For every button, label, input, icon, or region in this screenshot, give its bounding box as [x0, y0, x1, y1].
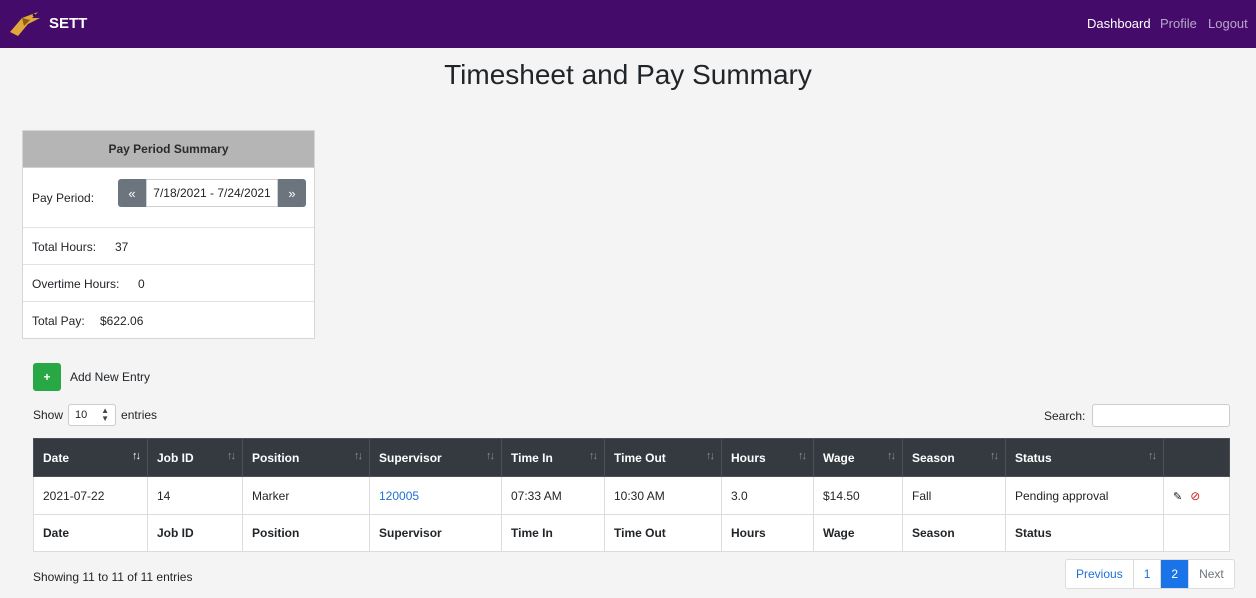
nav-logout-link[interactable]: Logout [1208, 16, 1248, 31]
sort-icon: ↑↓ [486, 450, 495, 462]
select-caret-icon: ▲ ▼ [101, 406, 110, 423]
entries-label: entries [121, 408, 158, 422]
pay-period-summary-card: Pay Period Summary Pay Period: « 7/18/20… [22, 130, 315, 339]
overtime-hours-value: 0 [138, 277, 145, 291]
cell-status: Pending approval [1005, 476, 1164, 515]
cell-time-in: 07:33 AM [501, 476, 605, 515]
pagination: Previous 1 2 Next [1065, 559, 1235, 589]
cell-position: Marker [242, 476, 370, 515]
footer-header-supervisor: Supervisor [369, 514, 502, 552]
pay-period-label: Pay Period: [32, 191, 95, 205]
supervisor-link[interactable]: 120005 [379, 489, 419, 503]
cell-wage: $14.50 [813, 476, 903, 515]
search-input[interactable] [1092, 404, 1230, 427]
page-1-button[interactable]: 1 [1132, 560, 1161, 588]
footer-header-hours: Hours [721, 514, 814, 552]
footer-header-time-in: Time In [501, 514, 605, 552]
sort-icon: ↑↓ [887, 450, 896, 462]
cell-actions: ✎ ⊘ [1163, 476, 1230, 515]
total-pay-row: Total Pay: $622.06 [23, 302, 314, 339]
sort-icon: ↑↓ [1148, 450, 1157, 462]
total-hours-value: 37 [115, 240, 129, 254]
column-header-actions [1163, 438, 1230, 477]
column-header-hours[interactable]: Hours ↑↓ [721, 438, 814, 477]
column-header-time-in[interactable]: Time In ↑↓ [501, 438, 605, 477]
pay-period-input[interactable]: 7/18/2021 - 7/24/2021 [146, 179, 278, 207]
cell-season: Fall [902, 476, 1006, 515]
entries-length-control: Show 10 ▲ ▼ entries [33, 404, 157, 426]
search-label: Search: [1044, 409, 1086, 423]
summary-card-title: Pay Period Summary [23, 131, 314, 168]
entries-per-page-select[interactable]: 10 ▲ ▼ [68, 404, 117, 426]
cell-time-out: 10:30 AM [604, 476, 722, 515]
column-header-job-id[interactable]: Job ID ↑↓ [147, 438, 243, 477]
cell-hours: 3.0 [721, 476, 814, 515]
show-label: Show [33, 408, 64, 422]
cell-date: 2021-07-22 [33, 476, 148, 515]
column-header-position[interactable]: Position ↑↓ [242, 438, 370, 477]
footer-header-job-id: Job ID [147, 514, 243, 552]
brand-name[interactable]: SETT [49, 15, 87, 32]
pay-period-row: Pay Period: « 7/18/2021 - 7/24/2021 » [23, 168, 314, 228]
cell-job-id: 14 [147, 476, 243, 515]
sort-icon: ↑↓ [227, 450, 236, 462]
sort-icon: ↑↓ [990, 450, 999, 462]
entries-per-page-value: 10 [75, 409, 88, 421]
footer-header-actions [1163, 514, 1230, 552]
delete-circle-icon[interactable]: ⊘ [1190, 489, 1200, 503]
total-hours-row: Total Hours: 37 [23, 228, 314, 265]
footer-header-date: Date [33, 514, 148, 552]
footer-header-time-out: Time Out [604, 514, 722, 552]
footer-header-position: Position [242, 514, 370, 552]
sort-icon: ↑↓ [798, 450, 807, 462]
column-header-wage[interactable]: Wage ↑↓ [813, 438, 903, 477]
table-footer-row: Date Job ID Position Supervisor Time In … [33, 514, 1230, 552]
table-info: Showing 11 to 11 of 11 entries [33, 570, 193, 584]
sort-icon: ↑↓ [706, 450, 715, 462]
total-hours-label: Total Hours: [32, 240, 97, 254]
next-period-button[interactable]: » [278, 179, 306, 207]
timesheet-table: Date ↑↓ Job ID ↑↓ Position ↑↓ Supervisor ↑↓ … [33, 438, 1230, 552]
page-title: Timesheet and Pay Summary [444, 59, 812, 90]
next-page-button[interactable]: Next [1188, 560, 1234, 588]
add-entry-label[interactable]: Add New Entry [70, 370, 150, 384]
total-pay-label: Total Pay: [32, 314, 85, 328]
sort-asc-icon: ↑↓ [132, 450, 141, 462]
total-pay-value: $622.06 [100, 314, 144, 328]
column-header-supervisor[interactable]: Supervisor ↑↓ [369, 438, 502, 477]
column-header-time-out[interactable]: Time Out ↑↓ [604, 438, 722, 477]
sort-icon: ↑↓ [354, 450, 363, 462]
footer-header-season: Season [902, 514, 1006, 552]
navbar: SETT Dashboard Profile Logout [0, 0, 1256, 48]
add-entry-button[interactable]: + [33, 363, 61, 391]
column-header-status[interactable]: Status ↑↓ [1005, 438, 1164, 477]
hawk-logo-icon[interactable] [8, 6, 42, 40]
footer-header-wage: Wage [813, 514, 903, 552]
overtime-hours-label: Overtime Hours: [32, 277, 120, 291]
sort-icon: ↑↓ [589, 450, 598, 462]
previous-page-button[interactable]: Previous [1066, 560, 1133, 588]
edit-pencil-icon[interactable]: ✎ [1173, 491, 1182, 503]
footer-header-status: Status [1005, 514, 1164, 552]
table-header-row: Date ↑↓ Job ID ↑↓ Position ↑↓ Supervisor ↑↓ … [33, 438, 1230, 477]
previous-period-button[interactable]: « [118, 179, 146, 207]
pay-period-selector: « 7/18/2021 - 7/24/2021 » [118, 179, 306, 207]
page-2-button[interactable]: 2 [1160, 560, 1189, 588]
cell-supervisor: 120005 [369, 476, 502, 515]
column-header-season[interactable]: Season ↑↓ [902, 438, 1006, 477]
nav-dashboard-link[interactable]: Dashboard [1087, 16, 1151, 31]
column-header-date[interactable]: Date ↑↓ [33, 438, 148, 477]
nav-profile-link[interactable]: Profile [1160, 16, 1197, 31]
table-row: 2021-07-22 14 Marker 120005 07:33 AM 10:… [33, 476, 1230, 515]
overtime-hours-row: Overtime Hours: 0 [23, 265, 314, 302]
